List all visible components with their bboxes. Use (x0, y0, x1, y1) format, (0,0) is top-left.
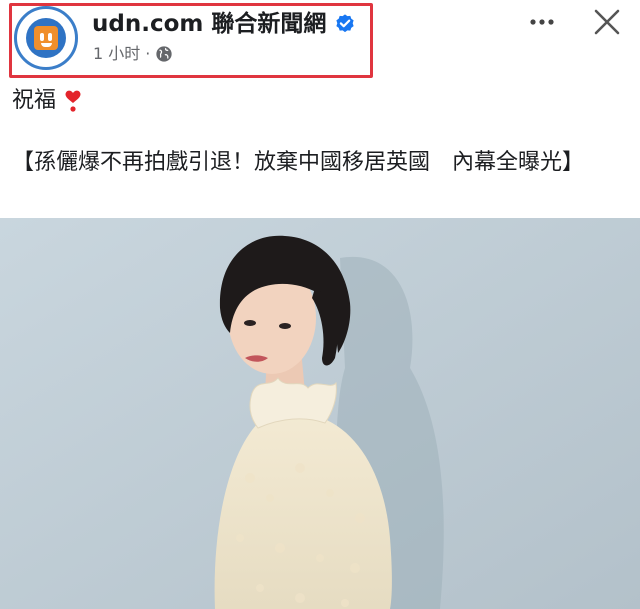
post-photo[interactable] (0, 218, 640, 609)
portrait-photo (0, 218, 640, 609)
red-heart-exclamation-icon (65, 90, 81, 112)
close-icon[interactable] (592, 7, 622, 37)
message-line: 祝福 (12, 88, 57, 113)
more-options-icon[interactable] (527, 10, 557, 34)
headline-text: 【孫儷爆不再拍戲引退！放棄中國移居英國 內幕全曝光】 (12, 150, 585, 175)
post-header: udn.com 聯合新聞網 1 小时 · (0, 0, 640, 82)
post-message: 祝福 【孫儷爆不再拍戲引退！放棄中國移居英國 內幕全曝光】 (12, 86, 632, 178)
highlight-annotation (9, 3, 373, 78)
